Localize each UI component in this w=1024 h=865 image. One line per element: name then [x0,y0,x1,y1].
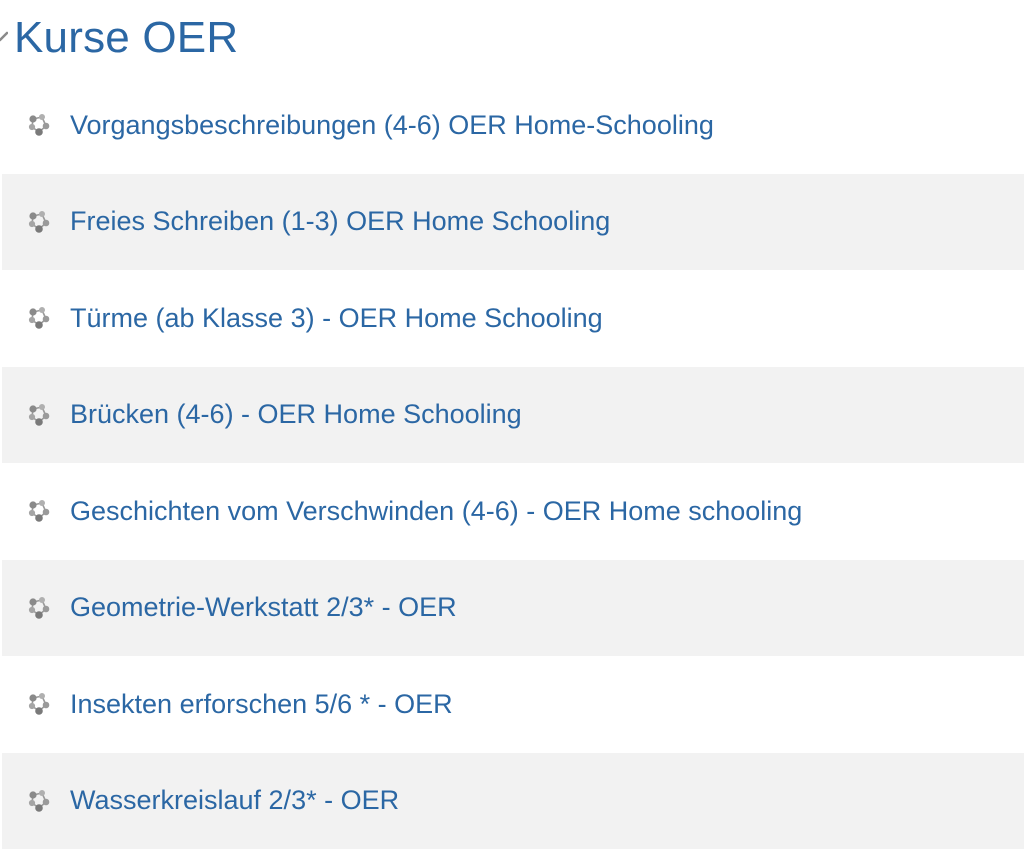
category-title[interactable]: Kurse OER [14,8,238,68]
course-row: Brücken (4-6) - OER Home Schooling [2,366,1024,463]
course-icon [27,403,51,427]
course-icon [27,596,51,620]
course-link[interactable]: Insekten erforschen 5/6 * - OER [70,689,453,720]
course-category-page: Kurse OER Vorgangsbeschreibungen (4-6) O… [0,0,1024,865]
course-icon [27,692,51,716]
category-header[interactable]: Kurse OER [0,8,238,68]
course-icon [27,499,51,523]
course-row: Vorgangsbeschreibungen (4-6) OER Home-Sc… [2,77,1024,174]
course-link[interactable]: Vorgangsbeschreibungen (4-6) OER Home-Sc… [70,110,714,141]
course-link[interactable]: Geometrie-Werkstatt 2/3* - OER [70,592,457,623]
course-row: Geometrie-Werkstatt 2/3* - OER [2,559,1024,656]
course-icon [27,113,51,137]
course-list: Vorgangsbeschreibungen (4-6) OER Home-Sc… [2,77,1024,849]
course-row: Geschichten vom Verschwinden (4-6) - OER… [2,463,1024,560]
course-link[interactable]: Wasserkreislauf 2/3* - OER [70,785,399,816]
course-link[interactable]: Freies Schreiben (1-3) OER Home Schoolin… [70,206,610,237]
course-icon [27,210,51,234]
chevron-down-icon[interactable] [0,8,8,68]
course-link[interactable]: Geschichten vom Verschwinden (4-6) - OER… [70,496,802,527]
course-row: Wasserkreislauf 2/3* - OER [2,752,1024,849]
course-row: Insekten erforschen 5/6 * - OER [2,656,1024,753]
course-icon [27,306,51,330]
course-link[interactable]: Brücken (4-6) - OER Home Schooling [70,399,522,430]
course-link[interactable]: Türme (ab Klasse 3) - OER Home Schooling [70,303,603,334]
course-row: Freies Schreiben (1-3) OER Home Schoolin… [2,173,1024,270]
course-icon [27,789,51,813]
course-row: Türme (ab Klasse 3) - OER Home Schooling [2,270,1024,367]
